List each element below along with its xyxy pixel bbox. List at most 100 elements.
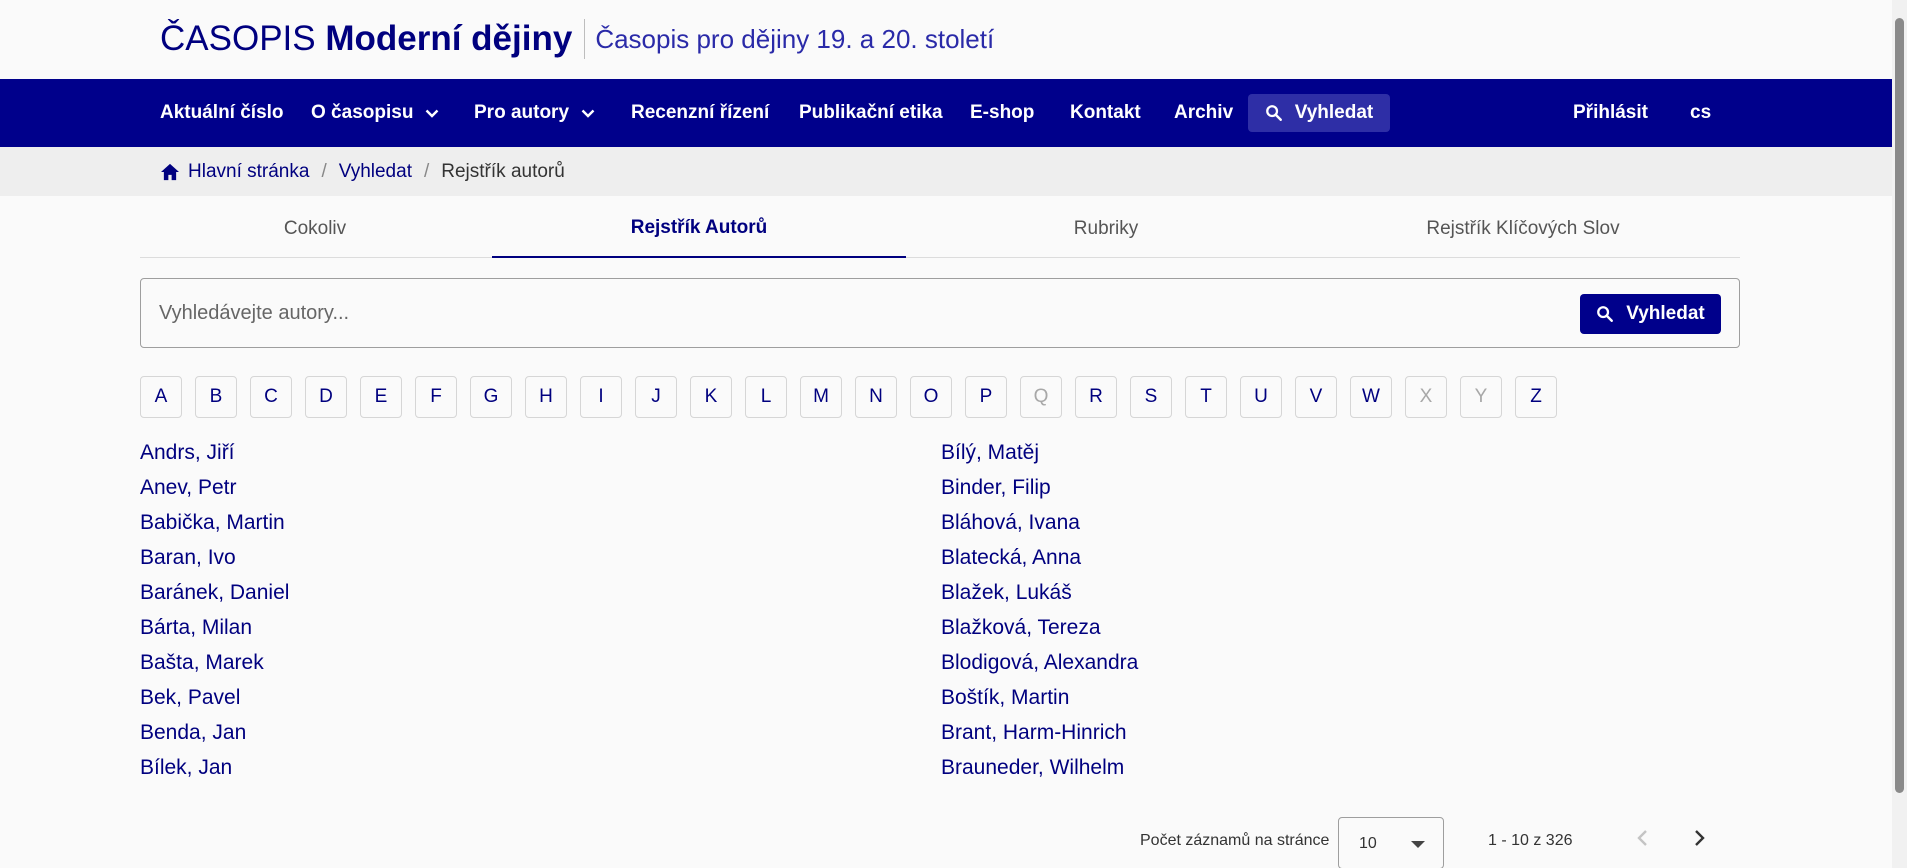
letter-t-button[interactable]: T — [1185, 376, 1227, 418]
letter-s-button[interactable]: S — [1130, 376, 1172, 418]
author-link[interactable]: Bláhová, Ivana — [941, 511, 1080, 535]
brand-name: Moderní dějiny — [325, 19, 573, 58]
author-link[interactable]: Bílek, Jan — [140, 756, 232, 780]
letter-z-button[interactable]: Z — [1515, 376, 1557, 418]
letter-g-button[interactable]: G — [470, 376, 512, 418]
letter-u-button[interactable]: U — [1240, 376, 1282, 418]
author-link[interactable]: Brant, Harm-Hinrich — [941, 721, 1127, 745]
author-link[interactable]: Anev, Petr — [140, 476, 237, 500]
breadcrumb-bar: Hlavní stránka / Vyhledat / Rejstřík aut… — [0, 147, 1892, 196]
next-page-button[interactable] — [1686, 824, 1714, 852]
tab-sections[interactable]: Rubriky — [906, 200, 1306, 257]
per-page-label: Počet záznamů na stránce — [1140, 832, 1330, 849]
nav-item-contact[interactable]: Kontakt — [1070, 79, 1141, 147]
letter-h-button[interactable]: H — [525, 376, 567, 418]
nav-item-for-authors[interactable]: Pro autory — [474, 79, 595, 147]
author-search-button[interactable]: Vyhledat — [1580, 294, 1721, 334]
nav-search-button[interactable]: Vyhledat — [1248, 94, 1390, 132]
per-page-select[interactable]: 10 — [1338, 817, 1444, 868]
search-icon — [1597, 306, 1614, 322]
letter-i-button[interactable]: I — [580, 376, 622, 418]
breadcrumb-current: Rejstřík autorů — [441, 160, 565, 182]
breadcrumb-separator: / — [423, 160, 430, 182]
letter-r-button[interactable]: R — [1075, 376, 1117, 418]
letter-w-button[interactable]: W — [1350, 376, 1392, 418]
nav-label: Aktuální číslo — [160, 102, 284, 123]
author-link[interactable]: Boštík, Martin — [941, 686, 1069, 710]
tab-label: Rejstřík Klíčových Slov — [1426, 217, 1620, 239]
previous-page-button[interactable] — [1628, 824, 1656, 852]
letter-a-button[interactable]: A — [140, 376, 182, 418]
breadcrumb: Hlavní stránka / Vyhledat / Rejstřík aut… — [160, 147, 565, 196]
author-link[interactable]: Bílý, Matěj — [941, 441, 1039, 465]
letter-e-button[interactable]: E — [360, 376, 402, 418]
author-search-input[interactable] — [159, 293, 1509, 333]
nav-label: Publikační etika — [799, 102, 943, 123]
nav-search-label: Vyhledat — [1294, 102, 1374, 123]
author-link[interactable]: Bek, Pavel — [140, 686, 240, 710]
brand-subtitle: Časopis pro dějiny 19. a 20. století — [595, 23, 995, 54]
author-link[interactable]: Bárta, Milan — [140, 616, 252, 640]
letter-p-button[interactable]: P — [965, 376, 1007, 418]
nav-item-ethics[interactable]: Publikační etika — [799, 79, 943, 147]
letter-c-button[interactable]: C — [250, 376, 292, 418]
chevron-right-icon — [1695, 830, 1705, 846]
letter-o-button[interactable]: O — [910, 376, 952, 418]
author-link[interactable]: Blatecká, Anna — [941, 546, 1081, 570]
author-link[interactable]: Babička, Martin — [140, 511, 285, 535]
main-nav: Aktuální číslo O časopisu Pro autory Rec… — [0, 79, 1892, 147]
login-link[interactable]: Přihlásit — [1573, 79, 1648, 147]
tab-anything[interactable]: Cokoliv — [140, 200, 490, 257]
author-link[interactable]: Benda, Jan — [140, 721, 246, 745]
breadcrumb-home[interactable]: Hlavní stránka — [188, 161, 309, 183]
letter-q-button: Q — [1020, 376, 1062, 418]
brand-title[interactable]: ČASOPIS Moderní dějiny — [160, 19, 572, 59]
letter-d-button[interactable]: D — [305, 376, 347, 418]
per-page-value: 10 — [1359, 835, 1377, 852]
letter-j-button[interactable]: J — [635, 376, 677, 418]
brand[interactable]: ČASOPIS Moderní dějiny Časopis pro dějin… — [160, 14, 994, 64]
nav-label: Kontakt — [1070, 102, 1141, 123]
language-label: cs — [1690, 102, 1712, 123]
author-link[interactable]: Bašta, Marek — [140, 651, 264, 675]
breadcrumb-search[interactable]: Vyhledat — [339, 161, 412, 183]
brand-prefix: ČASOPIS — [160, 19, 316, 58]
nav-item-eshop[interactable]: E-shop — [970, 79, 1034, 147]
nav-label: Recenzní řízení — [631, 102, 770, 123]
tab-keyword-index[interactable]: Rejstřík Klíčových Slov — [1306, 200, 1740, 257]
scrollbar-thumb[interactable] — [1895, 18, 1904, 793]
tab-label: Rejstřík Autorů — [630, 217, 768, 238]
tab-author-index[interactable]: Rejstřík Autorů — [492, 200, 906, 258]
page-scrollbar[interactable] — [1892, 0, 1907, 868]
letter-k-button[interactable]: K — [690, 376, 732, 418]
author-link[interactable]: Binder, Filip — [941, 476, 1051, 500]
login-label: Přihlásit — [1573, 102, 1648, 123]
author-link[interactable]: Baran, Ivo — [140, 546, 236, 570]
tab-label: Rubriky — [1073, 217, 1139, 239]
letter-b-button[interactable]: B — [195, 376, 237, 418]
breadcrumb-separator: / — [321, 160, 327, 182]
letter-x-button: X — [1405, 376, 1447, 418]
author-link[interactable]: Blažková, Tereza — [941, 616, 1101, 640]
chevron-down-icon — [581, 109, 595, 118]
author-link[interactable]: Baránek, Daniel — [140, 581, 289, 605]
nav-item-about[interactable]: O časopisu — [311, 79, 439, 147]
letter-f-button[interactable]: F — [415, 376, 457, 418]
chevron-left-icon — [1637, 830, 1647, 846]
nav-item-current-issue[interactable]: Aktuální číslo — [160, 79, 284, 147]
nav-item-peer-review[interactable]: Recenzní řízení — [631, 79, 769, 147]
nav-item-archive[interactable]: Archiv — [1174, 79, 1233, 147]
author-link[interactable]: Brauneder, Wilhelm — [941, 756, 1124, 780]
home-icon[interactable] — [160, 163, 180, 181]
letter-m-button[interactable]: M — [800, 376, 842, 418]
author-link[interactable]: Blažek, Lukáš — [941, 581, 1072, 605]
nav-label: O časopisu — [311, 102, 414, 123]
author-link[interactable]: Blodigová, Alexandra — [941, 651, 1138, 675]
letter-n-button[interactable]: N — [855, 376, 897, 418]
pagination: Počet záznamů na stránce 10 1 - 10 z 326 — [0, 815, 1892, 868]
letter-v-button[interactable]: V — [1295, 376, 1337, 418]
author-link[interactable]: Andrs, Jiří — [140, 441, 235, 465]
page-range: 1 - 10 z 326 — [1488, 832, 1573, 849]
language-switch[interactable]: cs — [1690, 79, 1711, 147]
letter-l-button[interactable]: L — [745, 376, 787, 418]
